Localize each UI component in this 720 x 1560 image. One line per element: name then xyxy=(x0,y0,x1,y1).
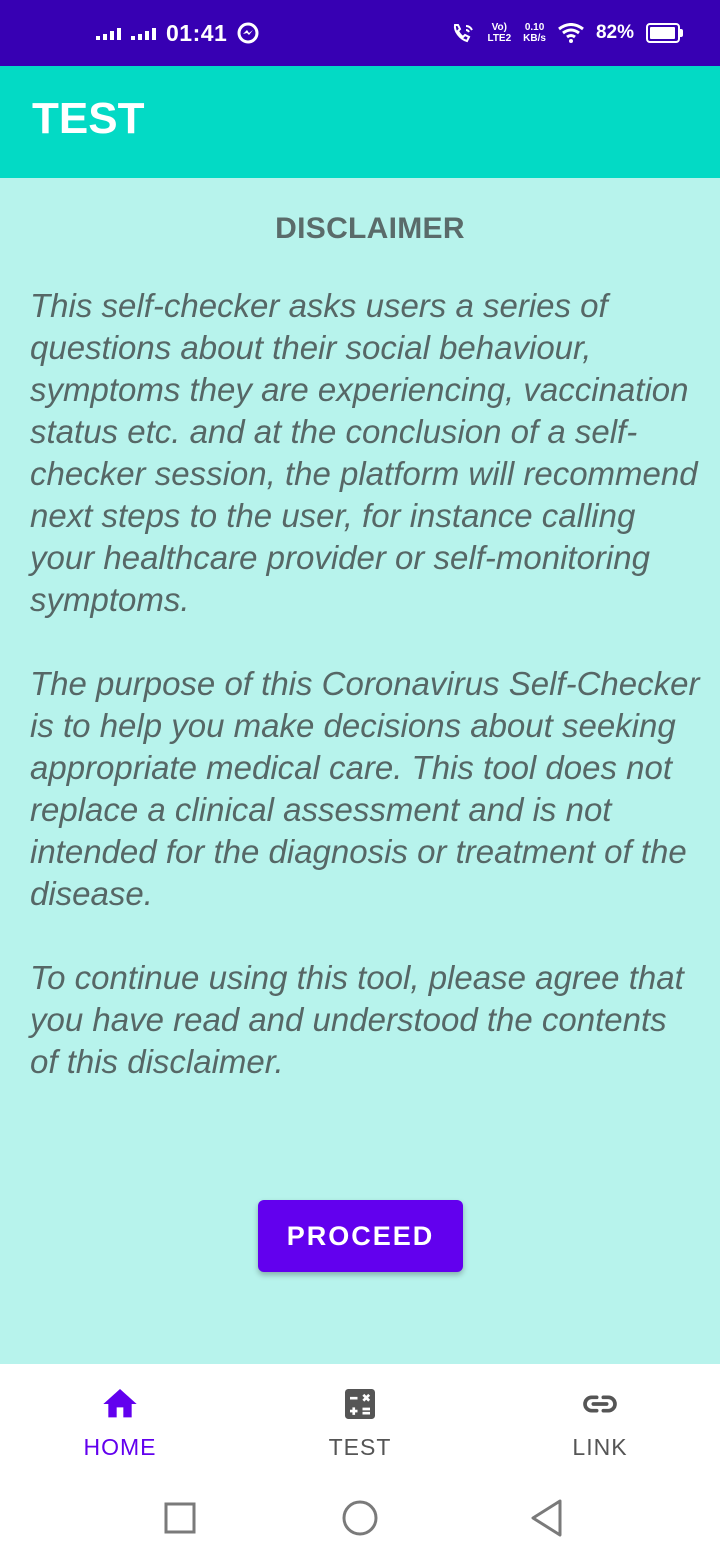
wifi-calling-icon xyxy=(454,24,474,43)
disclaimer-paragraph-2: The purpose of this Coronavirus Self-Che… xyxy=(30,665,700,912)
home-button[interactable] xyxy=(340,1498,380,1538)
nav-label-home: HOME xyxy=(83,1434,157,1460)
status-time: 01:41 xyxy=(166,19,228,46)
bottom-navigation: HOME TEST LINK xyxy=(0,1364,720,1480)
status-bar: 01:41 Vo) LTE2 0.10 KB/s 82% xyxy=(0,0,720,66)
back-button[interactable] xyxy=(527,1498,567,1538)
disclaimer-paragraph-1: This self-checker asks users a series of… xyxy=(30,287,698,618)
app-bar: TEST xyxy=(0,66,720,178)
nav-item-test[interactable]: TEST xyxy=(240,1364,480,1480)
network-speed: 0.10 KB/s xyxy=(523,22,546,44)
messenger-icon xyxy=(237,22,259,44)
nav-label-test: TEST xyxy=(328,1434,392,1460)
nav-item-home[interactable]: HOME xyxy=(0,1364,240,1480)
proceed-button[interactable]: PROCEED xyxy=(258,1200,463,1272)
signal-icon-sim2 xyxy=(131,26,156,40)
wifi-icon xyxy=(558,23,584,43)
disclaimer-heading: DISCLAIMER xyxy=(275,212,465,245)
signal-icon xyxy=(96,26,121,40)
disclaimer-paragraph-3: To continue using this tool, please agre… xyxy=(30,959,684,1080)
battery-percent: 82% xyxy=(595,22,634,43)
volte-indicator: Vo) LTE2 xyxy=(487,22,512,44)
status-right: Vo) LTE2 0.10 KB/s 82% xyxy=(451,0,683,66)
home-icon xyxy=(103,1389,137,1418)
battery-icon xyxy=(646,23,683,43)
nav-item-link[interactable]: LINK xyxy=(480,1364,720,1480)
recents-button[interactable] xyxy=(163,1498,197,1538)
system-navigation-bar xyxy=(0,1480,720,1560)
status-left: 01:41 xyxy=(96,0,259,66)
nav-label-link: LINK xyxy=(572,1434,628,1460)
app-title: TEST xyxy=(32,94,145,143)
disclaimer-text: This self-checker asks users a series of… xyxy=(30,285,702,1083)
link-icon xyxy=(583,1395,617,1413)
disclaimer-screen: DISCLAIMER This self-checker asks users … xyxy=(0,178,720,1364)
calculator-icon xyxy=(345,1389,375,1419)
